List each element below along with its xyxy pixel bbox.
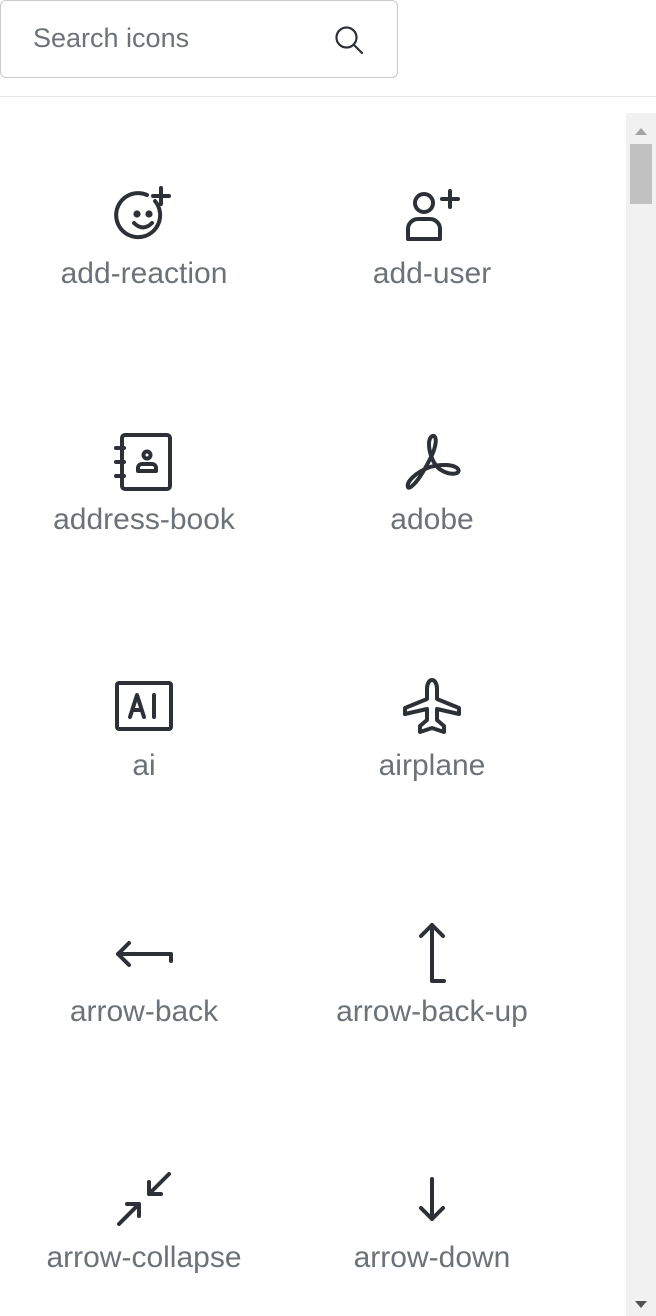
icon-tile[interactable]: address-book bbox=[0, 359, 288, 605]
icon-label: arrow-back-up bbox=[336, 995, 528, 1028]
triangle-down-icon bbox=[635, 1300, 647, 1308]
arrow-back-up-icon bbox=[402, 923, 462, 983]
icon-label: add-reaction bbox=[60, 257, 228, 290]
airplane-icon bbox=[402, 677, 462, 737]
icon-label: arrow-back bbox=[69, 995, 219, 1028]
adobe-icon bbox=[402, 431, 462, 491]
icon-tile[interactable]: add-reaction bbox=[0, 113, 288, 359]
icon-tile[interactable]: arrow-back-up bbox=[288, 851, 576, 1097]
icon-tile[interactable]: airplane bbox=[288, 605, 576, 851]
add-reaction-icon bbox=[114, 185, 174, 245]
arrow-back-icon bbox=[114, 923, 174, 983]
icon-tile[interactable]: arrow-back bbox=[0, 851, 288, 1097]
icon-tile[interactable]: ai bbox=[0, 605, 288, 851]
scroll-up-button[interactable] bbox=[626, 119, 656, 143]
arrow-collapse-icon bbox=[114, 1169, 174, 1229]
search-box bbox=[0, 0, 398, 78]
arrow-down-icon bbox=[402, 1169, 462, 1229]
header-divider bbox=[0, 96, 656, 97]
icon-tile[interactable]: adobe bbox=[288, 359, 576, 605]
icon-label: adobe bbox=[390, 503, 474, 536]
search-input[interactable] bbox=[1, 1, 321, 76]
triangle-up-icon bbox=[635, 127, 647, 135]
search-icon bbox=[335, 26, 364, 55]
scrollbar-thumb[interactable] bbox=[630, 144, 652, 204]
add-user-icon bbox=[402, 185, 462, 245]
icon-label: arrow-down bbox=[353, 1241, 511, 1274]
ai-icon bbox=[114, 677, 174, 737]
icon-label: arrow-collapse bbox=[46, 1241, 242, 1274]
icon-tile[interactable]: add-user bbox=[288, 113, 576, 359]
search-button[interactable] bbox=[329, 21, 369, 59]
icon-label: ai bbox=[132, 749, 156, 782]
icon-grid-viewport: add-reaction add-user address-book adobe… bbox=[0, 113, 626, 1316]
icon-tile[interactable]: arrow-down bbox=[288, 1097, 576, 1316]
icon-label: airplane bbox=[378, 749, 486, 782]
scroll-down-button[interactable] bbox=[626, 1292, 656, 1316]
vertical-scrollbar[interactable] bbox=[626, 113, 656, 1316]
icon-tile[interactable]: arrow-collapse bbox=[0, 1097, 288, 1316]
icon-label: add-user bbox=[372, 257, 492, 290]
address-book-icon bbox=[114, 431, 174, 491]
icon-label: address-book bbox=[53, 503, 235, 536]
